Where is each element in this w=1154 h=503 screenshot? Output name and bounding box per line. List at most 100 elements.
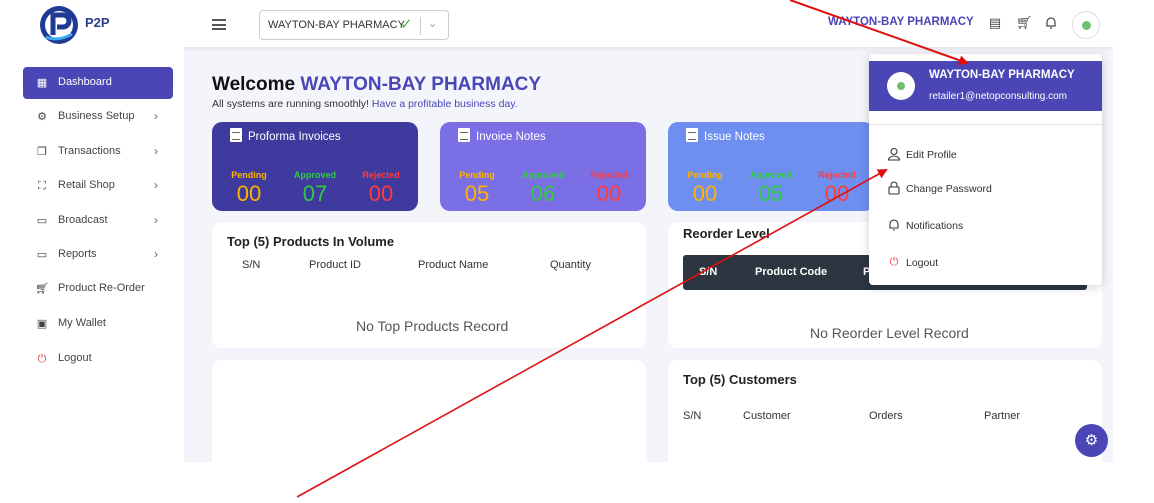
welcome-name: WAYTON-BAY PHARMACY <box>300 74 542 95</box>
sidebar-item-label: Product Re-Order <box>58 282 145 294</box>
app-window: P2P WAYTON-BAY PHARMACY ✓ ⌄ WAYTON-BAY P… <box>12 0 1113 462</box>
column-header: Quantity <box>550 259 591 271</box>
list-icon[interactable]: ▤ <box>988 16 1002 30</box>
sidebar-item-label: Retail Shop <box>58 179 115 191</box>
dashboard-icon: ▦ <box>36 77 48 89</box>
menu-item-change-password[interactable]: Change Password <box>869 176 1102 202</box>
sidebar-item-logout[interactable]: ⏻ Logout <box>23 343 173 375</box>
copy-icon: ❐ <box>37 146 47 158</box>
column-header: S/N <box>242 259 261 271</box>
stat-card-proforma-invoices[interactable]: Proforma Invoices Pending 00 Approved 07 R… <box>212 122 418 211</box>
sidebar-item-dashboard[interactable]: ▦ Dashboard <box>23 67 173 99</box>
column-header: Orders <box>869 410 903 422</box>
document-icon <box>686 128 698 142</box>
column-header: Product Name <box>418 259 489 271</box>
profile-name: WAYTON-BAY PHARMACY <box>929 69 1075 81</box>
welcome-prefix: Welcome <box>212 74 296 95</box>
sidebar-item-product-reorder[interactable]: 🛒︎ Product Re-Order <box>23 273 173 305</box>
chevron-down-icon[interactable]: ⌄ <box>428 17 437 30</box>
sidebar-item-my-wallet[interactable]: ▣ My Wallet <box>23 308 173 340</box>
sidebar-item-reports[interactable]: ▭ Reports › <box>23 239 173 271</box>
store-select-value: WAYTON-BAY PHARMACY <box>268 19 405 31</box>
stat-card-issue-notes[interactable]: Issue Notes Pending 00 Approved 05 Rejecte… <box>668 122 874 211</box>
column-header: Product Code <box>755 266 828 278</box>
document-icon <box>458 128 470 142</box>
p2p-logo[interactable] <box>38 4 82 46</box>
stat-card-title: Invoice Notes <box>476 131 546 143</box>
stat-approved: Approved 06 <box>521 170 564 206</box>
logo-text: P2P <box>85 15 110 30</box>
profile-email: retailer1@netopconsulting.com <box>929 91 1068 102</box>
stat-rejected: Rejected 00 <box>818 170 856 206</box>
user-icon <box>887 147 901 161</box>
chevron-right-icon: › <box>154 213 158 227</box>
gear-icon: ⚙ <box>37 111 47 123</box>
sidebar-item-label: My Wallet <box>58 317 106 329</box>
stat-approved: Approved 05 <box>749 170 792 206</box>
stat-approved: Approved 07 <box>293 170 336 206</box>
sidebar-item-label: Reports <box>58 248 97 260</box>
bell-icon <box>889 219 899 231</box>
document-icon <box>230 128 242 142</box>
panel-title: Top (5) Customers <box>683 372 797 387</box>
stat-pending: Pending 05 <box>459 170 495 206</box>
sidebar-item-broadcast[interactable]: ▭ Broadcast › <box>23 205 173 237</box>
wish-text: Have a profitable business day. <box>371 98 518 110</box>
menu-item-label: Notifications <box>906 220 964 232</box>
sidebar-item-label: Broadcast <box>58 214 108 226</box>
sidebar-item-transactions[interactable]: ❐ Transactions › <box>23 136 173 168</box>
column-header: Partner <box>984 410 1021 422</box>
stat-pending: Pending 00 <box>687 170 723 206</box>
menu-item-logout[interactable]: ⏻ Logout <box>869 250 1102 276</box>
sidebar: ▦ Dashboard ⚙ Business Setup › ❐ Transac… <box>12 47 184 462</box>
page-title: Welcome WAYTON-BAY PHARMACY <box>212 74 541 96</box>
stat-card-title: Issue Notes <box>704 131 765 143</box>
gear-icon: ⚙ <box>1084 432 1099 449</box>
profile-dropdown-header: WAYTON-BAY PHARMACY retailer1@netopconsu… <box>869 61 1102 111</box>
menu-item-notifications[interactable]: Notifications <box>869 213 1102 239</box>
empty-state: No Top Products Record <box>356 318 509 334</box>
settings-fab[interactable]: ⚙ <box>1075 424 1108 457</box>
sidebar-item-business-setup[interactable]: ⚙ Business Setup › <box>23 101 173 133</box>
chevron-right-icon: › <box>154 178 158 192</box>
chart-panel <box>212 360 646 462</box>
store-select[interactable]: WAYTON-BAY PHARMACY ✓ ⌄ <box>259 10 449 40</box>
sidebar-item-label: Business Setup <box>58 110 135 122</box>
cart-icon[interactable]: 🛒︎ <box>1016 16 1033 30</box>
chevron-right-icon: › <box>154 109 158 123</box>
bell-icon[interactable] <box>1044 16 1058 30</box>
lock-icon <box>888 181 900 195</box>
shop-icon: ⛶ <box>38 180 46 192</box>
folder-icon: ▭ <box>36 215 48 227</box>
column-header: Customer <box>743 410 791 422</box>
chevron-right-icon: › <box>154 144 158 158</box>
sidebar-item-retail-shop[interactable]: ⛶ Retail Shop › <box>23 170 173 202</box>
column-header: S/N <box>683 410 702 422</box>
menu-item-edit-profile[interactable]: Edit Profile <box>869 142 1102 168</box>
column-header: S/N <box>699 266 718 278</box>
stat-rejected: Rejected 00 <box>362 170 400 206</box>
power-icon: ⏻ <box>37 353 47 365</box>
empty-state: No Reorder Level Record <box>810 325 969 341</box>
status-text: All systems are running smoothly! <box>212 98 369 110</box>
header-store-name[interactable]: WAYTON-BAY PHARMACY <box>828 16 974 28</box>
menu-item-label: Edit Profile <box>906 149 957 161</box>
top-bar: P2P WAYTON-BAY PHARMACY ✓ ⌄ WAYTON-BAY P… <box>12 0 1113 47</box>
top-customers-panel: Top (5) Customers S/N Customer Orders Pa… <box>668 360 1102 462</box>
stat-card-title: Proforma Invoices <box>248 131 341 143</box>
menu-item-label: Logout <box>906 257 939 269</box>
avatar[interactable] <box>1072 11 1100 39</box>
column-header: Product ID <box>309 259 361 271</box>
panel-title: Reorder Level <box>683 226 770 241</box>
panel-title: Top (5) Products In Volume <box>227 234 395 249</box>
avatar <box>887 72 915 100</box>
stat-card-invoice-notes[interactable]: Invoice Notes Pending 05 Approved 06 Rejec… <box>440 122 646 211</box>
profile-dropdown: WAYTON-BAY PHARMACY retailer1@netopconsu… <box>869 54 1102 285</box>
folder-icon: ▭ <box>36 249 48 261</box>
sidebar-item-label: Transactions <box>58 145 121 157</box>
power-icon: ⏻ <box>889 256 899 268</box>
menu-toggle-icon[interactable] <box>212 19 226 30</box>
page-subtitle: All systems are running smoothly! Have a… <box>212 98 518 110</box>
menu-item-label: Change Password <box>906 183 992 195</box>
cart-icon: 🛒︎ <box>35 283 49 295</box>
